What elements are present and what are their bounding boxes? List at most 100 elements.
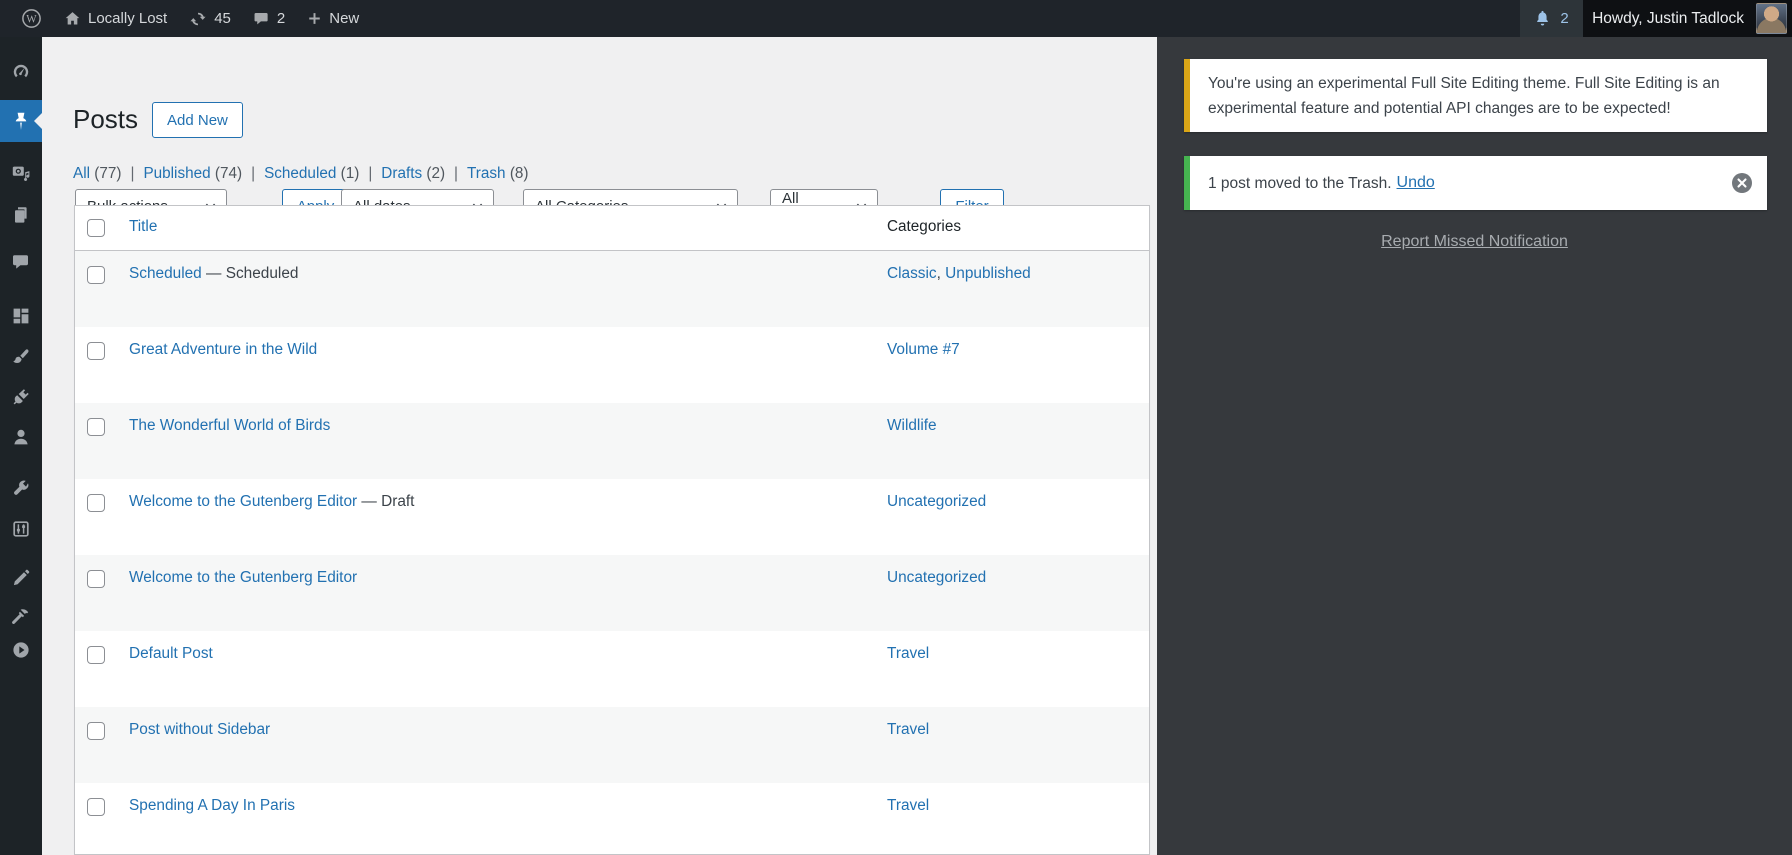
post-title-link[interactable]: Welcome to the Gutenberg Editor xyxy=(129,569,357,586)
sidebar-item-pages[interactable] xyxy=(0,196,42,234)
howdy-text: Howdy, Justin Tadlock xyxy=(1592,10,1744,28)
media-icon xyxy=(11,162,31,182)
category-link[interactable]: Wildlife xyxy=(887,417,937,434)
sidebar-item-appearance[interactable] xyxy=(0,338,42,376)
filter-link-drafts[interactable]: Drafts (2) xyxy=(381,165,445,183)
post-state: — Draft xyxy=(361,493,414,510)
row-checkbox[interactable] xyxy=(87,342,105,360)
hammer-icon xyxy=(11,607,31,627)
title-cell: Welcome to the Gutenberg Editor — Draft xyxy=(129,493,414,511)
home-icon xyxy=(64,10,81,27)
comments-menu[interactable]: 2 xyxy=(242,0,296,37)
categories-cell: Travel xyxy=(887,797,929,815)
sidebar-item-posts[interactable] xyxy=(0,100,42,142)
sidebar-item-layout[interactable] xyxy=(0,297,42,335)
table-row: Default Post Travel xyxy=(75,631,1149,707)
updates-menu[interactable]: 45 xyxy=(178,0,242,37)
categories-cell: Volume #7 xyxy=(887,341,960,359)
success-notice-text: 1 post moved to the Trash. xyxy=(1208,171,1392,196)
account-menu[interactable]: Howdy, Justin Tadlock xyxy=(1583,0,1792,37)
post-title-link[interactable]: Welcome to the Gutenberg Editor xyxy=(129,493,357,510)
comments-icon xyxy=(11,252,31,272)
sidebar-item-collapse[interactable] xyxy=(0,631,42,669)
post-title-link[interactable]: Scheduled xyxy=(129,265,202,282)
sidebar-item-settings[interactable] xyxy=(0,510,42,548)
wordpress-logo-icon: W xyxy=(21,8,42,29)
title-cell: Scheduled — Scheduled xyxy=(129,265,298,283)
category-link[interactable]: Classic xyxy=(887,265,937,282)
report-missed-notification-link[interactable]: Report Missed Notification xyxy=(1381,233,1568,250)
row-checkbox[interactable] xyxy=(87,494,105,512)
filter-label: Drafts xyxy=(381,165,422,182)
row-checkbox[interactable] xyxy=(87,570,105,588)
post-title-link[interactable]: The Wonderful World of Birds xyxy=(129,417,330,434)
filter-separator: | xyxy=(368,165,372,183)
category-link[interactable]: Travel xyxy=(887,721,929,738)
table-header: Title Categories xyxy=(75,206,1149,251)
table-row: Welcome to the Gutenberg Editor Uncategor… xyxy=(75,555,1149,631)
admin-sidebar xyxy=(0,37,42,855)
pages-icon xyxy=(11,205,31,225)
sort-by-title-link[interactable]: Title xyxy=(129,218,157,236)
plugin-icon xyxy=(11,387,31,407)
wordpress-menu[interactable]: W xyxy=(10,0,53,37)
category-link[interactable]: Volume #7 xyxy=(887,341,960,358)
category-link[interactable]: Uncategorized xyxy=(887,493,986,510)
site-name: Locally Lost xyxy=(88,10,167,27)
sidebar-item-tools[interactable] xyxy=(0,470,42,508)
layout-icon xyxy=(11,306,31,326)
row-checkbox[interactable] xyxy=(87,418,105,436)
row-checkbox[interactable] xyxy=(87,722,105,740)
category-link[interactable]: Unpublished xyxy=(945,265,1031,282)
title-cell: Welcome to the Gutenberg Editor xyxy=(129,569,357,587)
table-row: Welcome to the Gutenberg Editor — Draft U… xyxy=(75,479,1149,555)
post-title-link[interactable]: Post without Sidebar xyxy=(129,721,270,738)
category-link[interactable]: Uncategorized xyxy=(887,569,986,586)
category-link[interactable]: Travel xyxy=(887,645,929,662)
category-link[interactable]: Travel xyxy=(887,797,929,814)
categories-cell: Wildlife xyxy=(887,417,937,435)
select-all-checkbox[interactable] xyxy=(87,219,105,237)
undo-link[interactable]: Undo xyxy=(1397,174,1435,192)
filter-count: (2) xyxy=(426,165,445,182)
post-title-link[interactable]: Default Post xyxy=(129,645,213,662)
table-row: Great Adventure in the Wild Volume #7 xyxy=(75,327,1149,403)
notification-hub-button[interactable]: 2 xyxy=(1520,0,1583,37)
row-checkbox[interactable] xyxy=(87,266,105,284)
filter-link-all[interactable]: All (77) xyxy=(73,165,121,183)
filter-link-published[interactable]: Published (74) xyxy=(143,165,242,183)
updates-icon xyxy=(189,10,207,28)
filter-link-trash[interactable]: Trash (8) xyxy=(467,165,529,183)
post-status-filters: All (77) | Published (74) | Scheduled (1) | Dr… xyxy=(73,165,529,183)
sidebar-item-users[interactable] xyxy=(0,418,42,456)
pushpin-icon xyxy=(11,111,31,131)
row-checkbox[interactable] xyxy=(87,646,105,664)
dismiss-notice-button[interactable] xyxy=(1732,173,1752,193)
sidebar-item-media[interactable] xyxy=(0,153,42,191)
filter-separator: | xyxy=(130,165,134,183)
sidebar-item-dashboard[interactable] xyxy=(0,53,42,91)
new-menu[interactable]: New xyxy=(296,0,370,37)
sidebar-item-plugins[interactable] xyxy=(0,378,42,416)
sidebar-item-edit[interactable] xyxy=(0,559,42,597)
wrench-icon xyxy=(11,479,31,499)
categories-cell: Travel xyxy=(887,721,929,739)
filter-link-scheduled[interactable]: Scheduled (1) xyxy=(264,165,359,183)
title-cell: Spending A Day In Paris xyxy=(129,797,295,815)
sidebar-item-comments[interactable] xyxy=(0,243,42,281)
post-title-link[interactable]: Great Adventure in the Wild xyxy=(129,341,317,358)
site-menu[interactable]: Locally Lost xyxy=(53,0,178,37)
filter-label: Trash xyxy=(467,165,506,182)
new-label: New xyxy=(329,10,359,27)
warning-notice-text: You're using an experimental Full Site E… xyxy=(1208,71,1753,121)
notifications-panel: You're using an experimental Full Site E… xyxy=(1157,37,1792,855)
filter-separator: | xyxy=(454,165,458,183)
paintbrush-icon xyxy=(11,347,31,367)
filter-count: (8) xyxy=(510,165,529,182)
fse-warning-notice: You're using an experimental Full Site E… xyxy=(1184,59,1767,132)
add-new-button[interactable]: Add New xyxy=(152,102,243,138)
table-row: Spending A Day In Paris Travel xyxy=(75,783,1149,855)
post-title-link[interactable]: Spending A Day In Paris xyxy=(129,797,295,814)
row-checkbox[interactable] xyxy=(87,798,105,816)
categories-cell: Travel xyxy=(887,645,929,663)
